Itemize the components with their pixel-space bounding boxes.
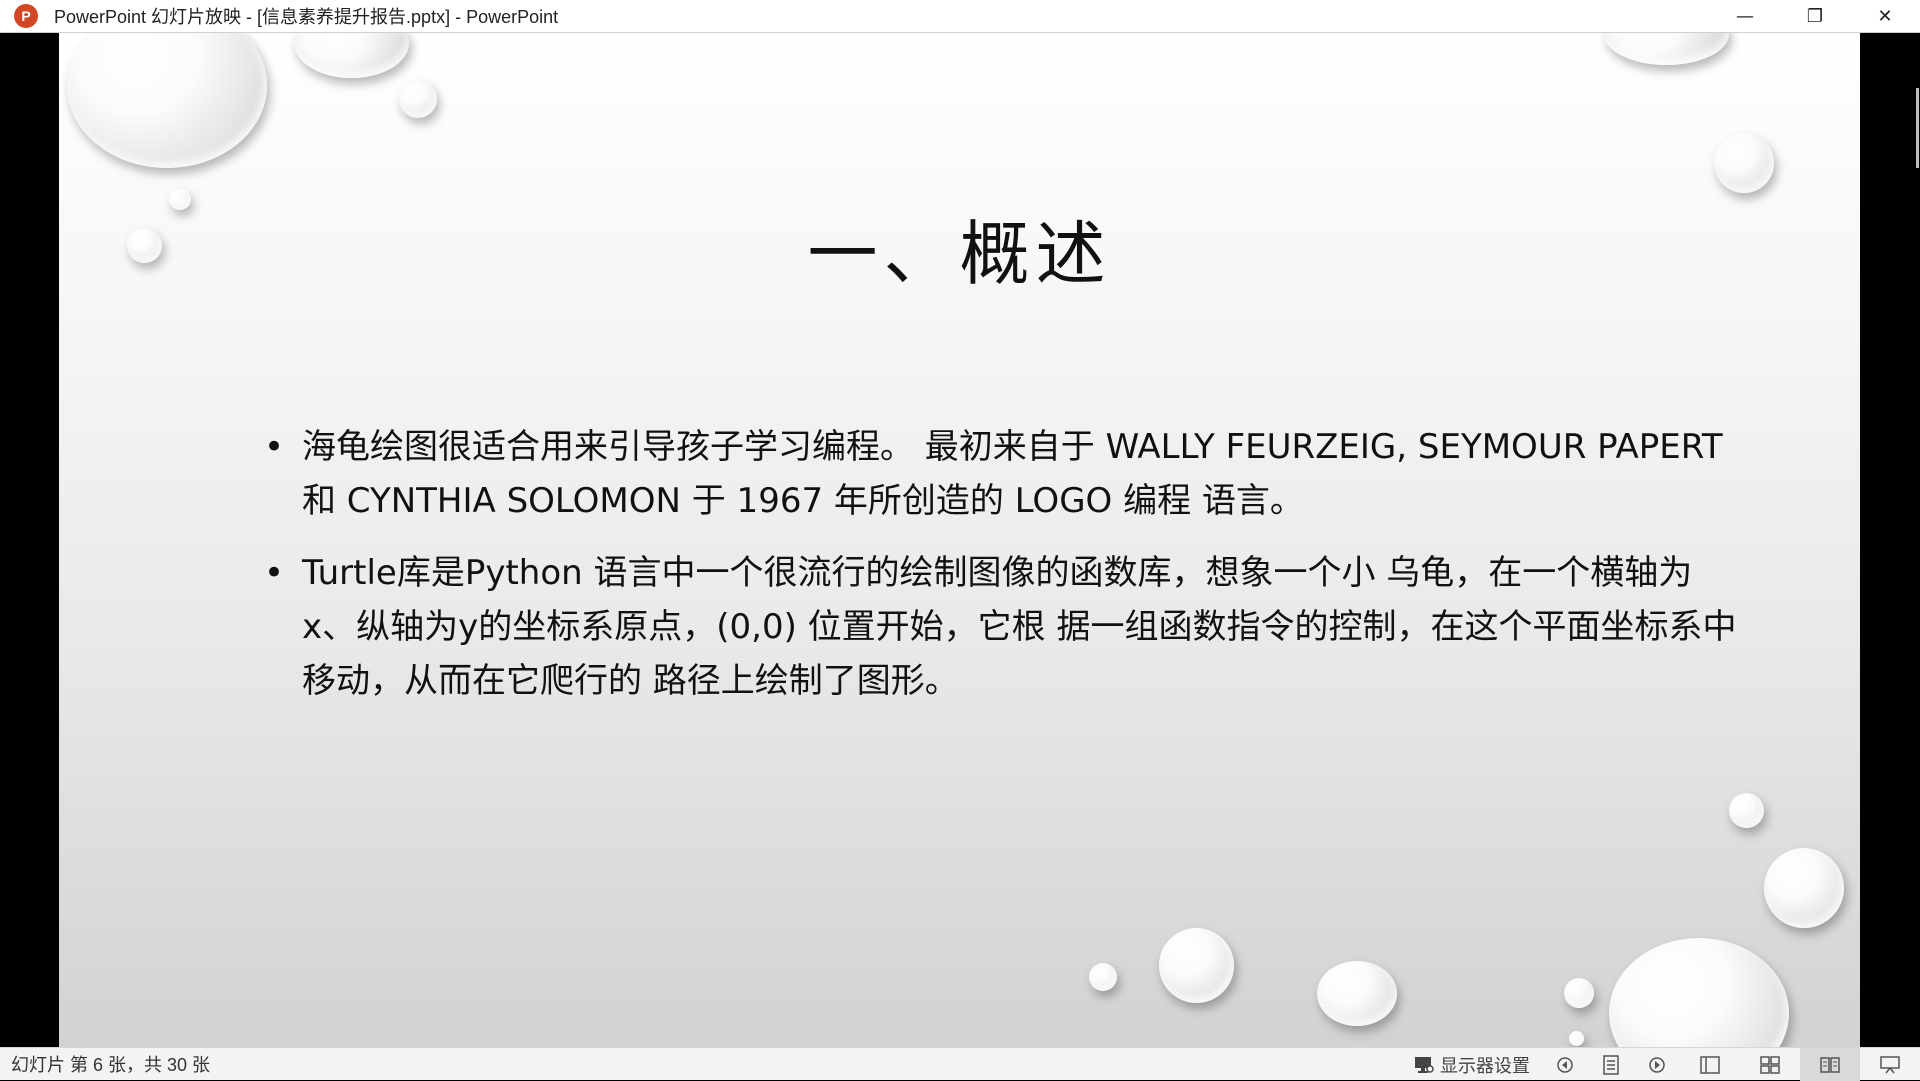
bullet-item: • 海龟绘图很适合用来引导孩子学习编程。 最初来自于 WALLY FEURZEI…	[264, 420, 1744, 528]
normal-view-icon	[1700, 1055, 1720, 1074]
water-drop-decoration	[1609, 938, 1789, 1047]
monitor-icon	[1415, 1056, 1434, 1073]
powerpoint-icon: P	[14, 4, 38, 28]
water-drop-decoration	[1564, 978, 1594, 1008]
bullet-list: • 海龟绘图很适合用来引导孩子学习编程。 最初来自于 WALLY FEURZEI…	[264, 420, 1744, 726]
close-button[interactable]: ✕	[1850, 0, 1920, 33]
water-drop-decoration	[1729, 793, 1764, 828]
scrollbar[interactable]	[1912, 33, 1920, 1047]
minimize-button[interactable]: —	[1710, 0, 1780, 33]
slide-sorter-button[interactable]	[1740, 1048, 1800, 1081]
water-drop-decoration	[1569, 1031, 1584, 1046]
title-bar: P PowerPoint 幻灯片放映 - [信息素养提升报告.pptx] - P…	[0, 0, 1920, 33]
slideshow-button[interactable]	[1860, 1048, 1920, 1081]
normal-view-button[interactable]	[1680, 1048, 1740, 1081]
display-settings-label: 显示器设置	[1440, 1055, 1530, 1076]
slide-menu-button[interactable]	[1588, 1048, 1634, 1081]
water-drop-decoration	[1714, 133, 1774, 193]
water-drop-decoration	[1604, 33, 1729, 65]
bullet-item: • Turtle库是Python 语言中一个很流行的绘制图像的函数库，想象一个小…	[264, 546, 1744, 708]
status-controls: 显示器设置	[1402, 1048, 1920, 1081]
water-drop-decoration	[399, 80, 437, 118]
display-settings-button[interactable]: 显示器设置	[1402, 1048, 1542, 1081]
slide-counter: 幻灯片 第 6 张，共 30 张	[11, 1055, 211, 1075]
water-drop-decoration	[67, 33, 267, 168]
bullet-marker: •	[264, 427, 285, 467]
slideshow-icon	[1880, 1055, 1900, 1073]
reading-view-icon	[1820, 1056, 1840, 1073]
previous-slide-button[interactable]	[1542, 1048, 1588, 1081]
slide[interactable]: 一、概述 • 海龟绘图很适合用来引导孩子学习编程。 最初来自于 WALLY FE…	[59, 33, 1860, 1047]
previous-slide-icon	[1557, 1056, 1573, 1073]
next-slide-button[interactable]	[1634, 1048, 1680, 1081]
slide-sorter-icon	[1760, 1055, 1780, 1074]
next-slide-icon	[1649, 1056, 1665, 1073]
water-drop-decoration	[294, 33, 409, 78]
bullet-text: Turtle库是Python 语言中一个很流行的绘制图像的函数库，想象一个小 乌…	[302, 553, 1737, 701]
water-drop-decoration	[1159, 928, 1234, 1003]
slide-menu-icon	[1603, 1054, 1619, 1075]
window-title: PowerPoint 幻灯片放映 - [信息素养提升报告.pptx] - Pow…	[54, 7, 559, 27]
bullet-text: 海龟绘图很适合用来引导孩子学习编程。 最初来自于 WALLY FEURZEIG,…	[302, 427, 1723, 521]
scrollbar-thumb[interactable]	[1916, 88, 1919, 168]
slide-title: 一、概述	[807, 213, 1112, 295]
restore-button[interactable]: ❐	[1780, 0, 1850, 33]
reading-view-button[interactable]	[1800, 1048, 1860, 1081]
slideshow-stage[interactable]: 一、概述 • 海龟绘图很适合用来引导孩子学习编程。 最初来自于 WALLY FE…	[0, 33, 1920, 1047]
bullet-marker: •	[264, 553, 285, 593]
status-bar: 幻灯片 第 6 张，共 30 张 显示器设置	[0, 1047, 1920, 1081]
water-drop-decoration	[1317, 961, 1397, 1026]
water-drop-decoration	[1764, 848, 1844, 928]
window-controls: — ❐ ✕	[1710, 0, 1920, 33]
water-drop-decoration	[1089, 963, 1117, 991]
